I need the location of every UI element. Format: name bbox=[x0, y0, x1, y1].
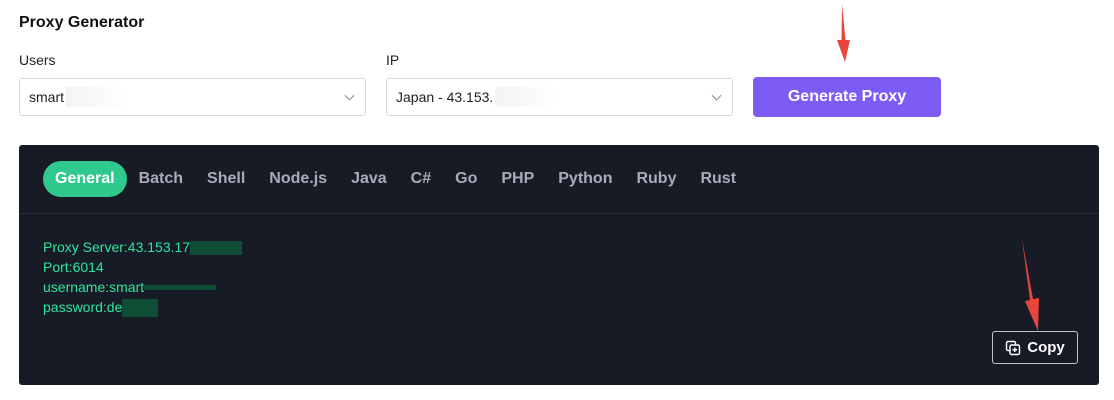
redacted-mask bbox=[66, 87, 128, 107]
redacted-mask bbox=[495, 87, 558, 107]
username-text: username:smart bbox=[43, 279, 145, 295]
username-line: username:smart bbox=[43, 277, 242, 297]
redacted-mask bbox=[190, 241, 243, 256]
ip-select-value: Japan - 43.153. bbox=[396, 89, 494, 105]
tab-go[interactable]: Go bbox=[443, 161, 489, 197]
tab-python[interactable]: Python bbox=[546, 161, 624, 197]
ip-label: IP bbox=[386, 52, 400, 68]
ip-select[interactable]: Japan - 43.153. bbox=[386, 78, 733, 116]
red-arrow-icon bbox=[837, 4, 850, 62]
redacted-mask bbox=[122, 299, 159, 318]
copy-button[interactable]: Copy bbox=[992, 331, 1078, 364]
proxy-output: Proxy Server:43.153.17 Port:6014 usernam… bbox=[43, 237, 243, 318]
tab-java[interactable]: Java bbox=[339, 161, 399, 197]
page-title: Proxy Generator bbox=[19, 14, 145, 31]
redacted-mask bbox=[144, 285, 217, 290]
generate-proxy-button[interactable]: Generate Proxy bbox=[753, 77, 941, 117]
red-arrow-icon bbox=[1022, 239, 1039, 331]
tab-csharp[interactable]: C# bbox=[399, 161, 443, 197]
tab-php[interactable]: PHP bbox=[489, 161, 546, 197]
language-tabs: General Batch Shell Node.js Java C# Go P… bbox=[43, 161, 748, 197]
users-label: Users bbox=[19, 52, 56, 68]
code-panel: General Batch Shell Node.js Java C# Go P… bbox=[19, 145, 1099, 385]
tab-shell[interactable]: Shell bbox=[195, 161, 257, 197]
users-select[interactable]: smart bbox=[19, 78, 366, 116]
copy-button-label: Copy bbox=[1027, 339, 1065, 356]
users-select-value: smart bbox=[29, 89, 64, 105]
tab-general[interactable]: General bbox=[43, 161, 127, 197]
port-line: Port:6014 bbox=[43, 259, 104, 275]
proxy-server-text: Proxy Server:43.153.17 bbox=[43, 239, 191, 255]
proxy-server-line: Proxy Server:43.153.17 bbox=[43, 237, 243, 257]
password-text: password:de bbox=[43, 299, 123, 315]
copy-icon bbox=[1006, 340, 1021, 355]
tab-rust[interactable]: Rust bbox=[688, 161, 748, 197]
chevron-down-icon bbox=[344, 90, 355, 101]
tab-nodejs[interactable]: Node.js bbox=[257, 161, 339, 197]
tab-batch[interactable]: Batch bbox=[127, 161, 195, 197]
tabs-divider bbox=[19, 213, 1099, 214]
tab-ruby[interactable]: Ruby bbox=[624, 161, 688, 197]
password-line: password:de bbox=[43, 297, 242, 318]
chevron-down-icon bbox=[711, 90, 722, 101]
